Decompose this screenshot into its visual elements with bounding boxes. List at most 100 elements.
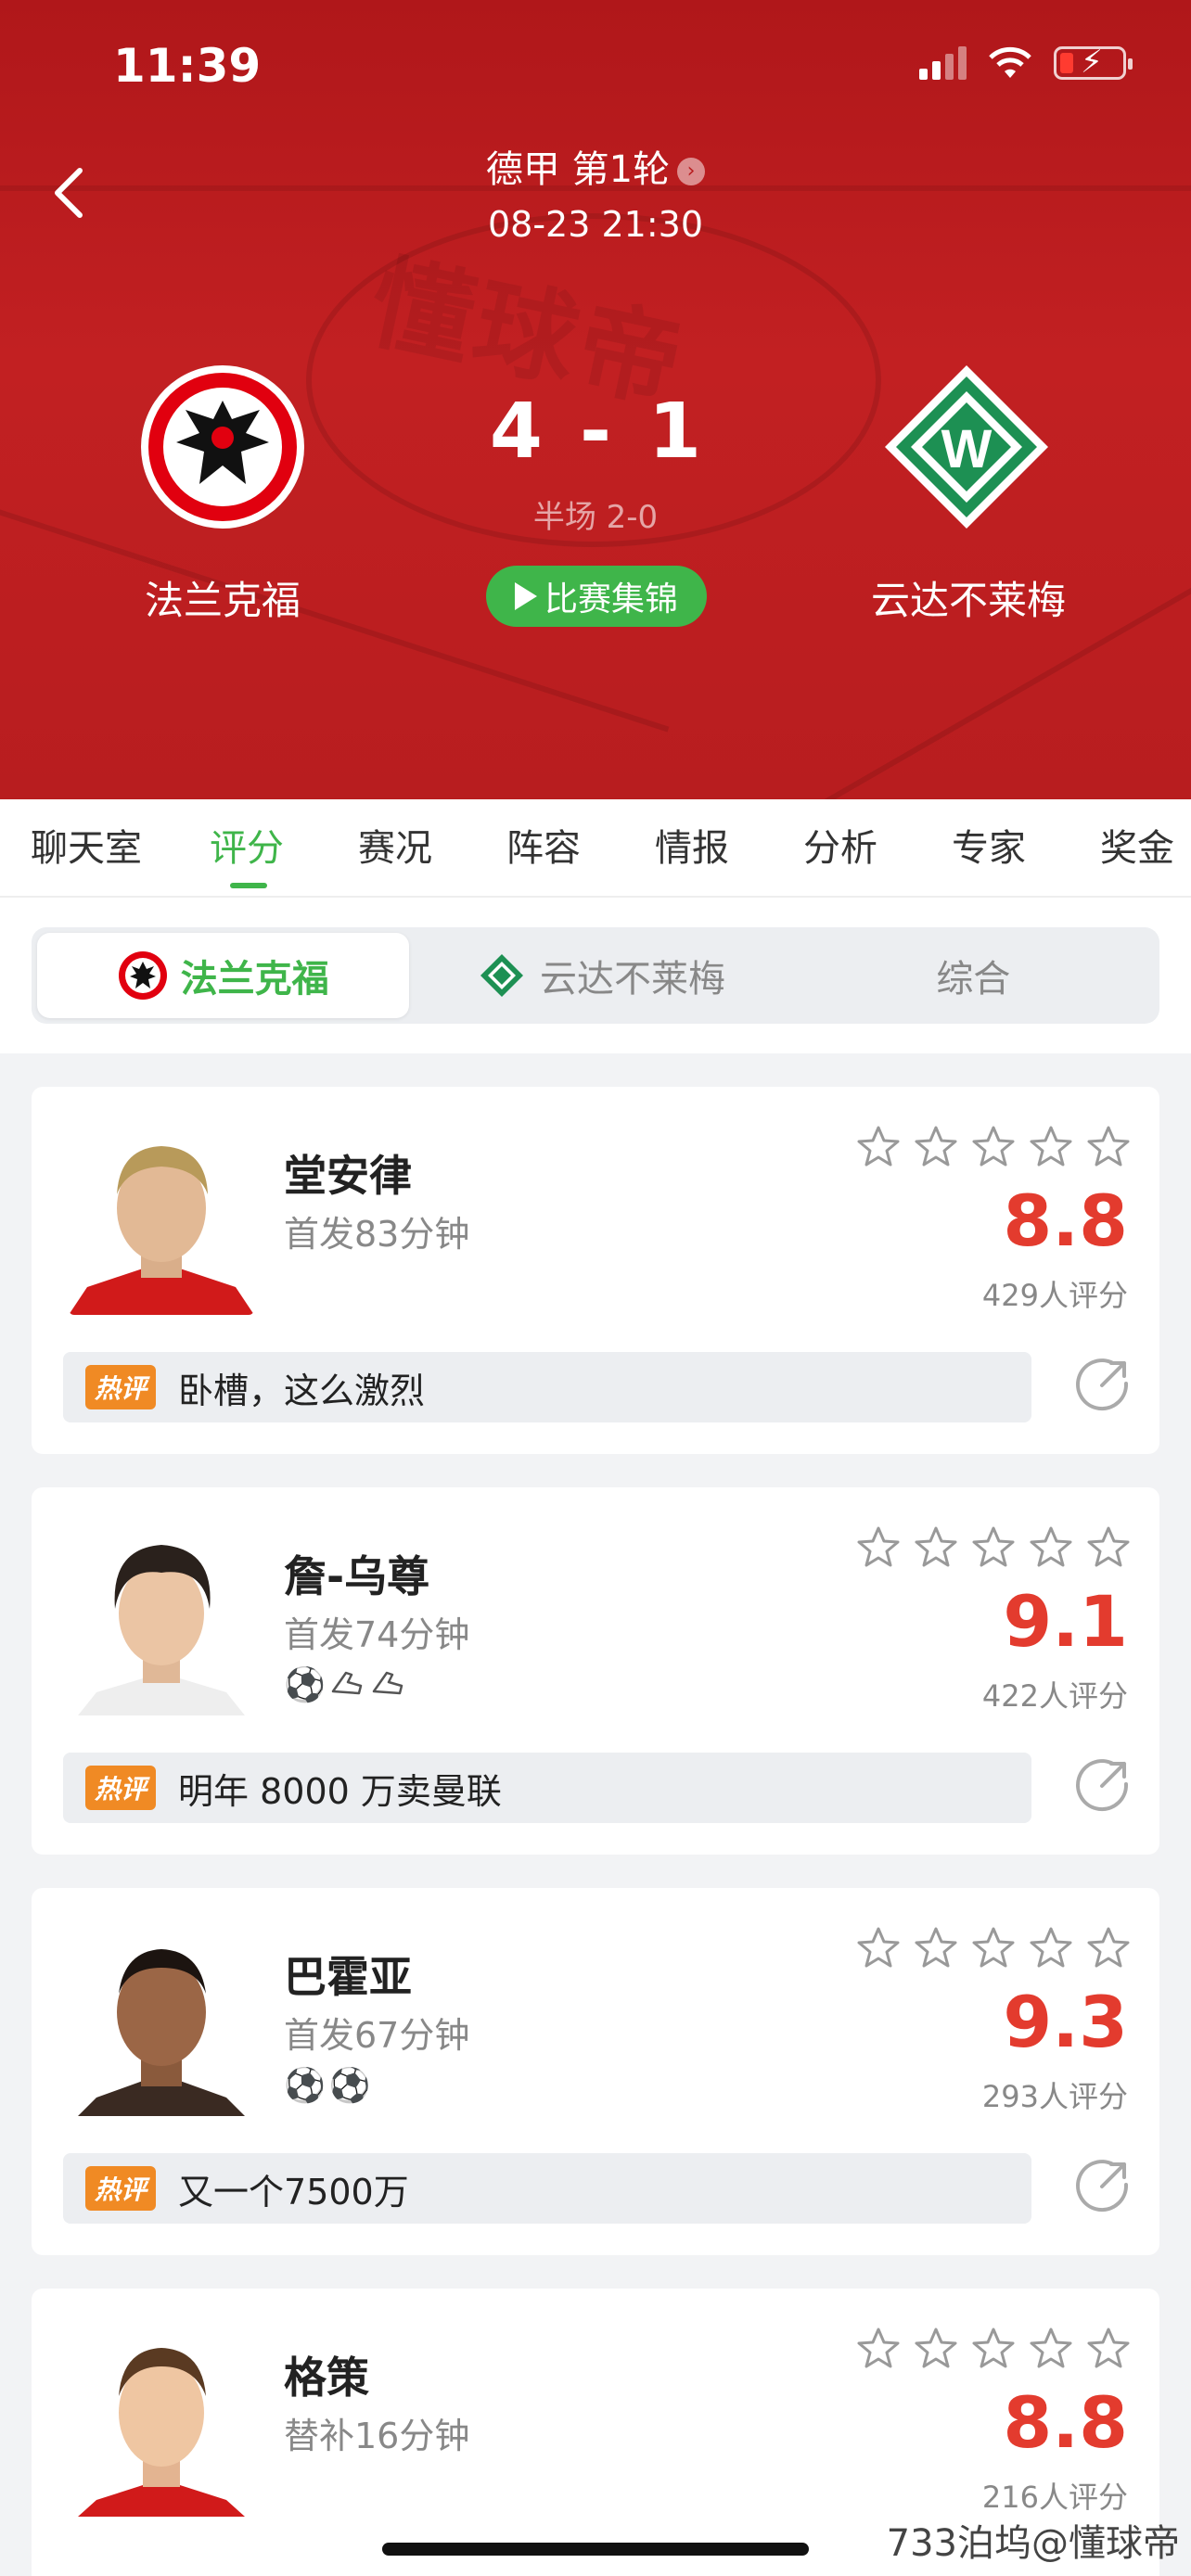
match-header: 懂球帝 11:39 ⚡ 德甲 第1轮 › 08-23 21:30 法兰克福 W … xyxy=(0,0,1191,799)
hot-badge: 热评 xyxy=(85,1766,157,1810)
highlights-button[interactable]: 比赛集锦 xyxy=(486,566,707,627)
star-icon[interactable] xyxy=(1085,2326,1132,2372)
rating-stars[interactable] xyxy=(855,1524,1132,1571)
status-time: 11:39 xyxy=(113,39,262,93)
tab-live[interactable]: 赛况 xyxy=(321,799,469,896)
tab-ratings[interactable]: 评分 xyxy=(173,799,321,896)
player-name: 巴霍亚 xyxy=(284,1952,412,2002)
hot-comment-text: 明年 8000 万卖曼联 xyxy=(178,1770,502,1812)
star-icon[interactable] xyxy=(1085,1124,1132,1170)
league-round-text: 德甲 第1轮 xyxy=(485,148,671,191)
player-rating: 8.8 xyxy=(1003,2381,1128,2464)
goal-icon: ⚽ xyxy=(284,1666,326,1704)
team-switch-home-label: 法兰克福 xyxy=(180,958,329,1001)
hot-comment-text: 又一个7500万 xyxy=(178,2171,409,2213)
team-switch-away-label: 云达不莱梅 xyxy=(539,958,725,1001)
star-icon[interactable] xyxy=(1028,1524,1074,1571)
player-name: 詹-乌尊 xyxy=(284,1551,430,1601)
player-avatar xyxy=(69,1921,254,2116)
away-score: 1 xyxy=(648,388,702,476)
away-team-name[interactable]: 云达不莱梅 xyxy=(811,569,1126,626)
player-rating: 9.1 xyxy=(1003,1580,1128,1663)
player-rating: 9.3 xyxy=(1003,1981,1128,2063)
star-icon[interactable] xyxy=(1028,1124,1074,1170)
hot-comment[interactable]: 热评 卧槽，这么激烈 xyxy=(63,1352,1031,1422)
highlights-label: 比赛集锦 xyxy=(544,580,678,618)
play-icon xyxy=(514,582,537,610)
team-switch-overall[interactable]: 综合 xyxy=(788,927,1159,1024)
player-rating: 8.8 xyxy=(1003,1180,1128,1262)
hot-comment[interactable]: 热评 又一个7500万 xyxy=(63,2153,1031,2224)
tab-analysis[interactable]: 分析 xyxy=(766,799,915,896)
share-icon[interactable] xyxy=(1074,2157,1132,2214)
tab-lineup[interactable]: 阵容 xyxy=(469,799,618,896)
star-icon[interactable] xyxy=(913,1925,959,1971)
star-icon[interactable] xyxy=(970,1925,1017,1971)
tab-bar: 聊天室 评分 赛况 阵容 情报 分析 专家 奖金 xyxy=(0,799,1191,898)
rating-count: 422人评分 xyxy=(981,1678,1128,1714)
goal-icon: ⚽ xyxy=(328,2067,371,2105)
share-icon[interactable] xyxy=(1074,1756,1132,1814)
team-switch-section: 法兰克福 云达不莱梅 综合 xyxy=(0,898,1191,1053)
player-minutes: 首发83分钟 xyxy=(284,1214,470,1255)
match-datetime: 08-23 21:30 xyxy=(487,204,703,245)
star-icon[interactable] xyxy=(913,1124,959,1170)
chevron-right-icon: › xyxy=(677,158,706,185)
wifi-icon xyxy=(989,46,1031,78)
star-icon[interactable] xyxy=(970,2326,1017,2372)
player-avatar xyxy=(69,1521,254,1715)
star-icon[interactable] xyxy=(1028,1925,1074,1971)
home-score: 4 xyxy=(489,388,543,476)
rating-count: 216人评分 xyxy=(981,2480,1128,2515)
player-ratings-list: 堂安律 首发83分钟 8.8 429人评分 热评 卧槽，这么激烈 詹-乌尊 首发… xyxy=(32,1087,1159,2576)
tab-prize[interactable]: 奖金 xyxy=(1063,799,1191,896)
star-icon[interactable] xyxy=(855,1124,902,1170)
score-separator: - xyxy=(579,388,612,476)
share-icon[interactable] xyxy=(1074,1356,1132,1413)
player-card[interactable]: 堂安律 首发83分钟 8.8 429人评分 热评 卧槽，这么激烈 xyxy=(32,1087,1159,1454)
hot-comment-text: 卧槽，这么激烈 xyxy=(178,1370,426,1411)
player-events: ⚽ xyxy=(284,1665,407,1704)
assist-boot-icon xyxy=(331,1671,363,1695)
tab-experts[interactable]: 专家 xyxy=(915,799,1063,896)
star-icon[interactable] xyxy=(913,2326,959,2372)
star-icon[interactable] xyxy=(970,1124,1017,1170)
hot-badge: 热评 xyxy=(85,1365,157,1409)
battery-icon: ⚡ xyxy=(1054,45,1133,80)
star-icon[interactable] xyxy=(855,1524,902,1571)
rating-stars[interactable] xyxy=(855,1925,1132,1971)
star-icon[interactable] xyxy=(970,1524,1017,1571)
rating-count: 293人评分 xyxy=(981,2079,1128,2114)
player-minutes: 首发74分钟 xyxy=(284,1614,470,1655)
team-switch-away[interactable]: 云达不莱梅 xyxy=(415,927,787,1024)
team-switch-home[interactable]: 法兰克福 xyxy=(37,933,410,1018)
tab-chatroom[interactable]: 聊天室 xyxy=(0,799,173,896)
star-icon[interactable] xyxy=(855,2326,902,2372)
source-watermark: 733泊坞@懂球帝 xyxy=(886,2522,1180,2565)
tab-intel[interactable]: 情报 xyxy=(618,799,766,896)
league-round[interactable]: 德甲 第1轮 › xyxy=(0,139,1191,193)
team-switch-overall-label: 综合 xyxy=(936,958,1011,1001)
player-avatar xyxy=(69,1120,254,1315)
star-icon[interactable] xyxy=(913,1524,959,1571)
star-icon[interactable] xyxy=(1085,1524,1132,1571)
player-events: ⚽ ⚽ xyxy=(284,2066,371,2105)
status-icons: ⚡ xyxy=(919,45,1133,80)
home-indicator[interactable] xyxy=(382,2543,809,2556)
hot-comment[interactable]: 热评 明年 8000 万卖曼联 xyxy=(63,1753,1031,1823)
rating-stars[interactable] xyxy=(855,1124,1132,1170)
halftime-score: 半场 2-0 xyxy=(532,499,659,536)
home-team-logo-small xyxy=(118,951,167,1000)
goal-icon: ⚽ xyxy=(284,2067,326,2105)
rating-count: 429人评分 xyxy=(981,1278,1128,1313)
team-switch: 法兰克福 云达不莱梅 综合 xyxy=(32,927,1159,1024)
rating-stars[interactable] xyxy=(855,2326,1132,2372)
player-card[interactable]: 詹-乌尊 首发74分钟 ⚽ 9.1 422人评分 热评 明年 8000 万卖曼联 xyxy=(32,1487,1159,1855)
player-card[interactable]: 巴霍亚 首发67分钟 ⚽ ⚽ 9.3 293人评分 热评 又一个7500万 xyxy=(32,1888,1159,2255)
player-minutes: 首发67分钟 xyxy=(284,2015,470,2056)
home-team-name[interactable]: 法兰克福 xyxy=(65,569,380,626)
star-icon[interactable] xyxy=(1085,1925,1132,1971)
player-avatar xyxy=(69,2322,254,2517)
star-icon[interactable] xyxy=(855,1925,902,1971)
star-icon[interactable] xyxy=(1028,2326,1074,2372)
